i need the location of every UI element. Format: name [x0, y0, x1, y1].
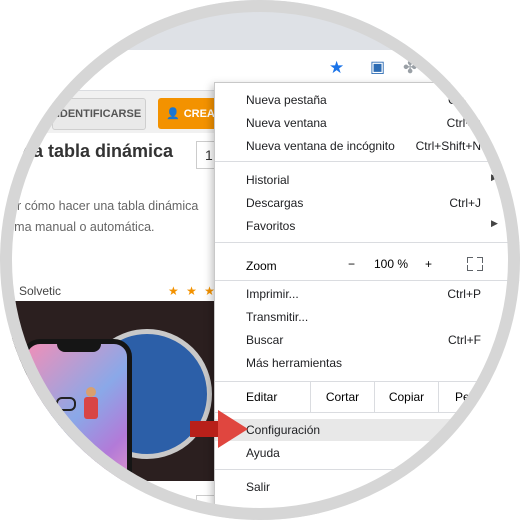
phone-notch: [57, 342, 101, 352]
menu-separator: [215, 412, 520, 413]
browser-tab-strip: [0, 0, 520, 50]
copy-button[interactable]: Copiar: [374, 382, 438, 412]
menu-item-new-tab[interactable]: Nueva pestaña Ctrl+T: [215, 89, 520, 111]
menu-item-new-window[interactable]: Nueva ventana Ctrl+N: [215, 112, 520, 134]
add-user-icon: 👤: [166, 108, 180, 120]
menu-item-label: Historial: [246, 173, 290, 187]
zoom-label: Zoom: [246, 259, 277, 273]
rating-stars: ★ ★ ★: [168, 284, 217, 298]
article-thumbnail[interactable]: [12, 301, 214, 481]
author-name[interactable]: Solvetic: [19, 284, 61, 298]
menu-item-print[interactable]: Imprimir... Ctrl+P: [215, 283, 520, 305]
menu-item-shortcut: Ctrl+J: [449, 196, 481, 210]
menu-item-label: Más herramientas: [246, 356, 343, 370]
article-description-line-2: rma manual o automática.: [10, 220, 155, 234]
menu-item-find[interactable]: Buscar Ctrl+F: [215, 329, 520, 351]
menu-item-exit[interactable]: Salir: [215, 476, 520, 498]
menu-item-bookmarks[interactable]: Favoritos ▶: [215, 215, 520, 237]
menu-item-shortcut: Ctrl+N: [446, 116, 481, 130]
screen-share-icon[interactable]: ▣: [370, 58, 385, 78]
submenu-arrow-icon: ▶: [491, 355, 498, 365]
submenu-arrow-icon: ▶: [491, 445, 498, 455]
menu-item-label: Configuración: [246, 423, 321, 437]
article-description-line-1: er cómo hacer una tabla dinámica: [10, 199, 199, 213]
paste-button[interactable]: Peg: [438, 382, 498, 412]
submenu-arrow-icon: ▶: [491, 218, 498, 228]
star-icon[interactable]: ★: [329, 58, 344, 78]
menu-item-label: Favoritos: [246, 219, 296, 233]
menu-item-help[interactable]: Ayuda ▶: [215, 442, 520, 464]
menu-item-more-tools[interactable]: Más herramientas ▶: [215, 352, 520, 374]
phone-illustration: [22, 339, 132, 481]
article-title: na tabla dinámica: [22, 141, 174, 161]
magnified-screenshot: ★ ▣ ✤ IDENTIFICARSE 👤 CREA na tabla diná…: [0, 0, 520, 520]
menu-item-downloads[interactable]: Descargas Ctrl+J: [215, 192, 520, 214]
menu-item-label: Ayuda: [246, 446, 280, 460]
submenu-arrow-icon: ▶: [491, 172, 498, 182]
login-button[interactable]: IDENTIFICARSE: [52, 98, 146, 130]
person-head: [86, 387, 96, 397]
menu-item-label: Salir: [246, 480, 271, 494]
cup-illustration: [56, 397, 76, 411]
fullscreen-icon[interactable]: [467, 257, 483, 271]
zoom-out-button[interactable]: −: [348, 257, 355, 271]
menu-item-shortcut: Ctrl+F: [448, 333, 481, 347]
extension-icon[interactable]: ✤: [403, 58, 417, 78]
person-figure: [84, 397, 98, 419]
menu-separator: [215, 469, 520, 470]
menu-item-history[interactable]: Historial ▶: [215, 169, 520, 191]
chrome-main-menu: Nueva pestaña Ctrl+T Nueva ventana Ctrl+…: [214, 82, 520, 514]
menu-separator: [215, 161, 520, 162]
menu-zoom-row: Zoom − 100 % +: [215, 248, 520, 280]
menu-separator: [215, 280, 520, 281]
menu-item-shortcut: Ctrl+T: [448, 93, 481, 107]
menu-item-settings[interactable]: Configuración: [215, 419, 520, 441]
zoom-in-button[interactable]: +: [425, 257, 432, 271]
menu-edit-row: Editar Cortar Copiar Peg: [215, 382, 520, 412]
zoom-level: 100 %: [374, 257, 409, 271]
menu-item-label: Transmitir...: [246, 310, 309, 324]
create-button-label: CREA: [183, 107, 215, 120]
menu-separator: [215, 242, 520, 243]
menu-item-shortcut: Ctrl+P: [447, 287, 481, 301]
red-pointer-arrow-icon: [190, 410, 248, 448]
edit-label: Editar: [246, 390, 278, 404]
cut-button[interactable]: Cortar: [310, 382, 374, 412]
menu-item-cast[interactable]: Transmitir...: [215, 306, 520, 328]
menu-item-incognito-window[interactable]: Nueva ventana de incógnito Ctrl+Shift+N: [215, 135, 520, 157]
menu-item-shortcut: Ctrl+Shift+N: [415, 139, 481, 153]
